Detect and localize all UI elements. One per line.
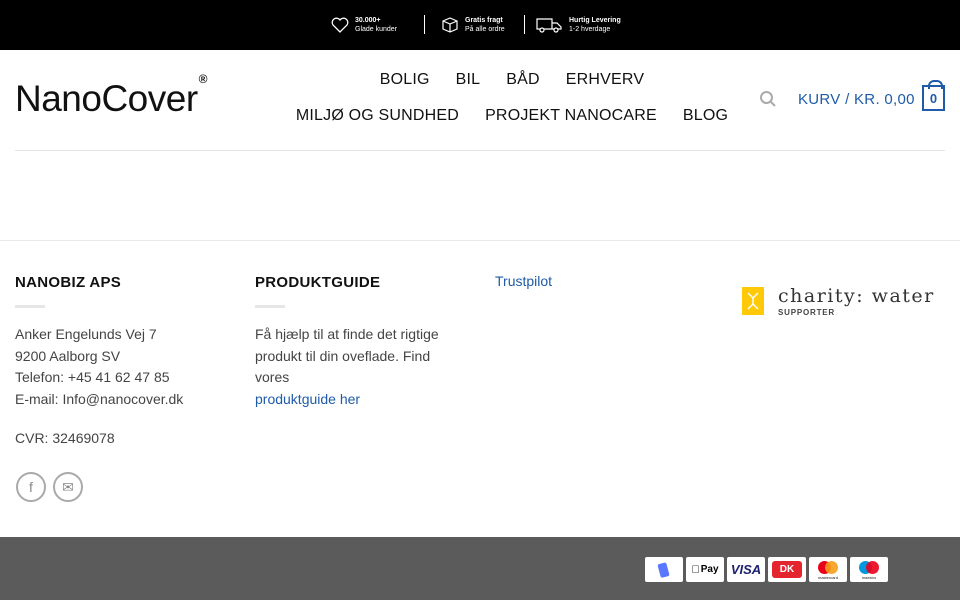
visa-label: VISA <box>730 562 762 577</box>
company-phone: Telefon: +45 41 62 47 85 <box>15 369 170 385</box>
site-header: NanoCover® BOLIG BIL BÅD ERHVERV MILJØ O… <box>0 50 960 150</box>
facebook-button[interactable]: f <box>16 472 46 502</box>
search-icon[interactable] <box>759 90 777 108</box>
topbar: 30.000+ Glade kunder Gratis fragt På alle … <box>0 0 960 50</box>
site-footer: NANOBIZ APS Anker Engelunds Vej 7 9200 A… <box>0 240 960 537</box>
usp-divider <box>524 15 525 34</box>
cart-link[interactable]: KURV / KR. 0,00 <box>798 91 915 108</box>
maestro-label: maestro <box>861 574 877 580</box>
heart-icon <box>331 17 349 33</box>
usp-customers: 30.000+ Glade kunder <box>331 14 397 36</box>
charity-name: charity: water <box>778 285 935 307</box>
charity-water-logo[interactable]: charity: water SUPPORTER <box>742 285 935 317</box>
nav-item-erhverv[interactable]: ERHVERV <box>553 68 657 92</box>
guide-title: PRODUKTGUIDE <box>255 274 381 291</box>
footer-guide: PRODUKTGUIDE Få hjælp til at finde det r… <box>255 274 455 410</box>
bottom-bar: Pay VISA DK mastercard maestro <box>0 537 960 600</box>
usp-divider <box>424 15 425 34</box>
applepay-label: Pay <box>696 564 719 575</box>
nav-item-baad[interactable]: BÅD <box>493 68 553 92</box>
nav-item-bolig[interactable]: BOLIG <box>367 68 443 92</box>
email-icon: ✉ <box>62 478 74 495</box>
logo-text: NanoCover <box>15 78 198 119</box>
cart-count-badge[interactable]: 0 <box>922 80 945 111</box>
title-underline <box>255 305 285 308</box>
header-divider <box>15 150 945 151</box>
guide-text: Få hjælp til at finde det rigtige produk… <box>255 324 455 410</box>
nav-item-bil[interactable]: BIL <box>443 68 494 92</box>
mastercard-icon: mastercard <box>809 557 847 582</box>
applepay-icon: Pay <box>686 557 724 582</box>
usp-line1: Gratis fragt <box>465 17 503 24</box>
dankort-icon: DK <box>768 557 806 582</box>
nav-item-nanocare[interactable]: PROJEKT NANOCARE <box>472 104 670 128</box>
company-address2: 9200 Aalborg SV <box>15 347 121 364</box>
company-address1: Anker Engelunds Vej 7 <box>15 326 157 342</box>
nav-item-blog[interactable]: BLOG <box>670 104 741 128</box>
guide-link[interactable]: produktguide her <box>255 391 360 407</box>
usp-line2: På alle ordre <box>465 26 505 33</box>
jerrycan-icon <box>742 287 764 315</box>
dankort-label: DK <box>772 561 802 578</box>
usp-line2: Glade kunder <box>355 26 398 33</box>
registered-mark: ® <box>198 71 208 86</box>
company-email: E-mail: Info@nanocover.dk <box>15 390 184 407</box>
trustpilot-link[interactable]: Trustpilot <box>495 273 552 289</box>
main-nav: BOLIG BIL BÅD ERHVERV MILJØ OG SUNDHED P… <box>282 68 742 128</box>
email-button[interactable]: ✉ <box>53 472 83 502</box>
guide-text-body: Få hjælp til at finde det rigtige produk… <box>255 326 439 385</box>
company-title: NANOBIZ APS <box>15 274 122 291</box>
box-icon <box>442 17 458 33</box>
usp-line1: Hurtig Levering <box>569 17 621 24</box>
usp-delivery: Hurtig Levering 1-2 hverdage <box>535 14 621 36</box>
mastercard-label: mastercard <box>817 574 838 580</box>
title-underline <box>15 305 45 308</box>
nav-item-miljoe[interactable]: MILJØ OG SUNDHED <box>283 104 472 128</box>
mobilepay-icon <box>645 557 683 582</box>
charity-sub: SUPPORTER <box>778 308 835 317</box>
maestro-icon: maestro <box>850 557 888 582</box>
site-logo[interactable]: NanoCover® <box>15 72 208 120</box>
facebook-icon: f <box>29 479 33 495</box>
footer-trustpilot: Trustpilot <box>495 273 552 291</box>
payment-methods: Pay VISA DK mastercard maestro <box>645 557 888 582</box>
usp-shipping: Gratis fragt På alle ordre <box>441 14 505 36</box>
usp-line2: 1-2 hverdage <box>569 26 611 33</box>
usp-line1: 30.000+ <box>355 17 381 24</box>
company-cvr: CVR: 32469078 <box>15 430 115 446</box>
truck-icon <box>536 18 562 33</box>
visa-icon: VISA <box>727 557 765 582</box>
footer-company: NANOBIZ APS Anker Engelunds Vej 7 9200 A… <box>15 274 235 450</box>
